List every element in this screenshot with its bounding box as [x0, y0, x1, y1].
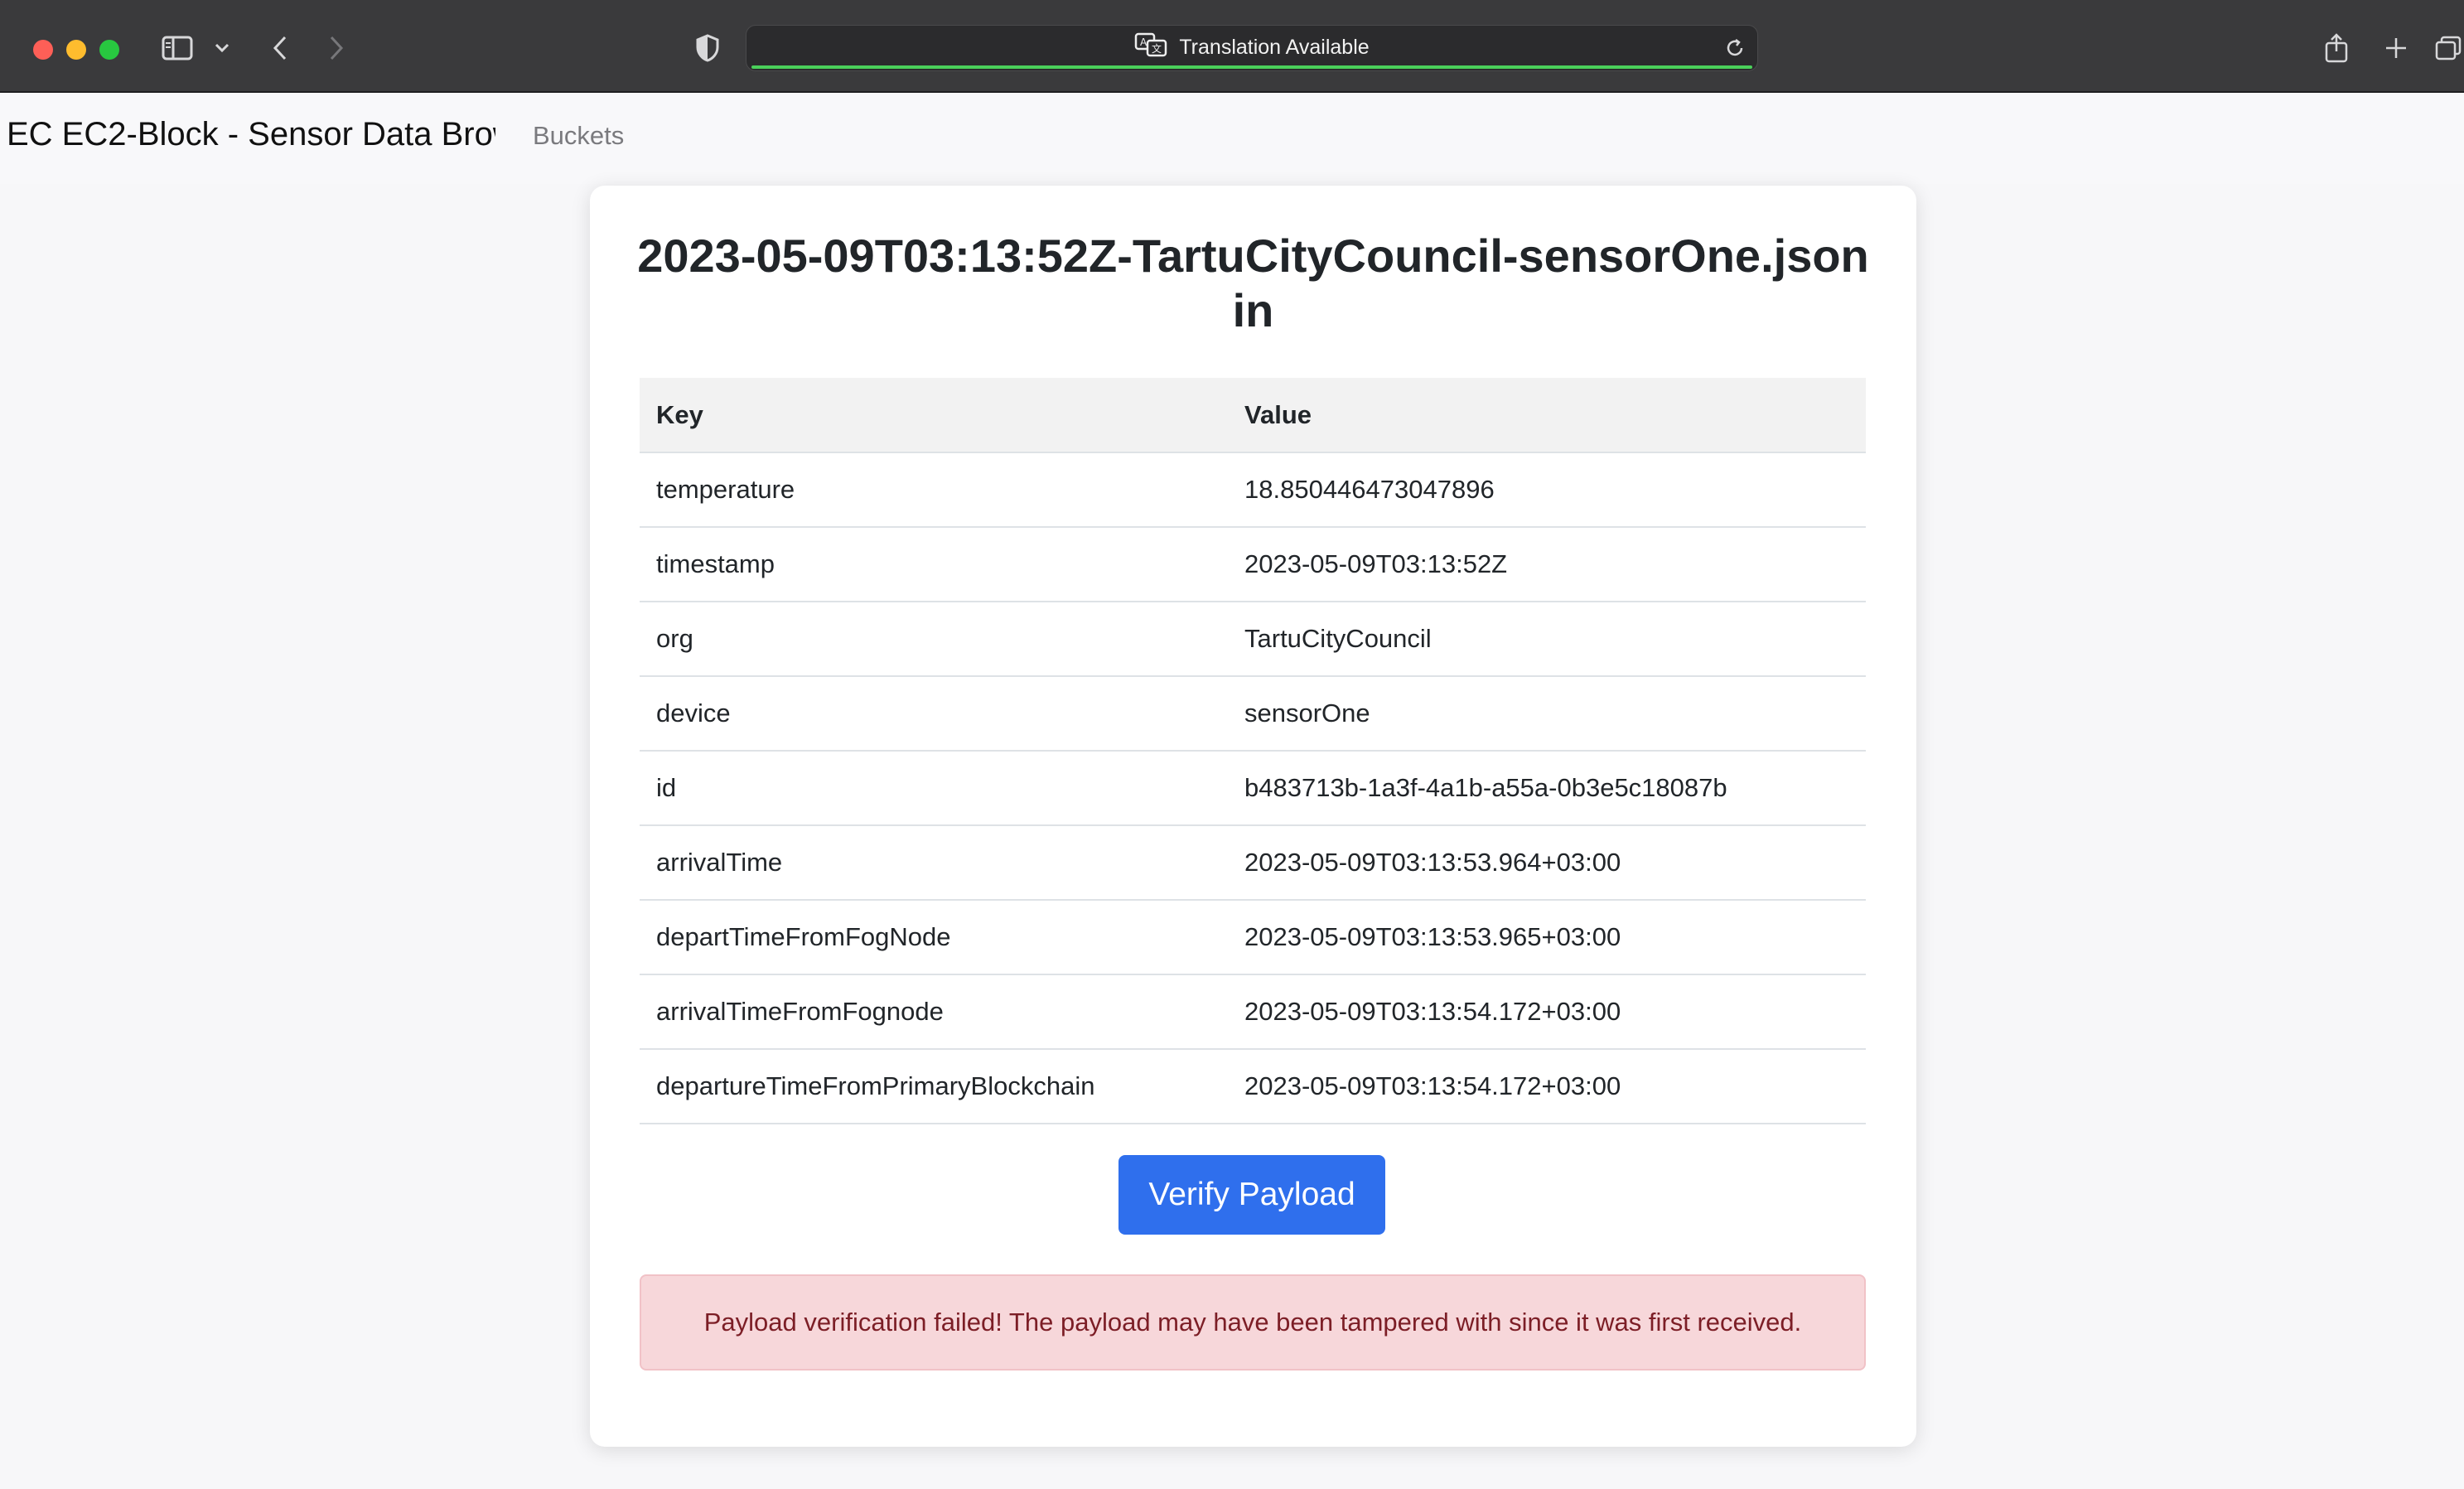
key-value-table: Key Value temperature 18.850446473047896… [640, 378, 1866, 1124]
row-key: org [640, 602, 1228, 677]
chevron-down-icon[interactable] [210, 31, 234, 65]
navbar-brand[interactable]: EC EC2-Block - Sensor Data Brow [7, 116, 495, 153]
close-window-button[interactable] [33, 40, 53, 60]
page-title: 2023-05-09T03:13:52Z-TartuCityCouncil-se… [590, 229, 1916, 338]
verify-payload-button[interactable]: Verify Payload [1118, 1155, 1385, 1235]
new-tab-icon[interactable] [2378, 31, 2414, 65]
row-key: arrivalTimeFromFognode [640, 974, 1228, 1050]
row-key: timestamp [640, 527, 1228, 602]
translate-icon: A文 [1134, 32, 1167, 63]
row-value: sensorOne [1228, 676, 1866, 752]
row-key: temperature [640, 452, 1228, 528]
row-value: 2023-05-09T03:13:53.965+03:00 [1228, 900, 1866, 975]
forward-icon[interactable] [318, 31, 355, 65]
table-row: departTimeFromFogNode 2023-05-09T03:13:5… [640, 900, 1866, 975]
svg-text:文: 文 [1152, 42, 1162, 55]
page-title-line-2: in [1232, 284, 1274, 336]
sidebar-icon[interactable] [159, 31, 196, 65]
row-key: id [640, 751, 1228, 826]
page-title-line-1: 2023-05-09T03:13:52Z-TartuCityCouncil-se… [637, 230, 1869, 282]
back-icon[interactable] [262, 31, 298, 65]
table-row: departureTimeFromPrimaryBlockchain 2023-… [640, 1049, 1866, 1124]
row-value: b483713b-1a3f-4a1b-a55a-0b3e5c18087b [1228, 751, 1866, 826]
address-text: Translation Available [1179, 35, 1370, 59]
column-header-value: Value [1228, 378, 1866, 453]
row-value: 2023-05-09T03:13:54.172+03:00 [1228, 1049, 1866, 1124]
object-detail-card: 2023-05-09T03:13:52Z-TartuCityCouncil-se… [590, 186, 1916, 1447]
table-row: id b483713b-1a3f-4a1b-a55a-0b3e5c18087b [640, 751, 1866, 826]
row-key: departTimeFromFogNode [640, 900, 1228, 975]
column-header-key: Key [640, 378, 1228, 453]
row-key: device [640, 676, 1228, 752]
nav-link-buckets[interactable]: Buckets [533, 121, 624, 151]
table-header-row: Key Value [640, 378, 1866, 453]
tab-overview-icon[interactable] [2434, 31, 2464, 65]
share-icon[interactable] [2318, 31, 2355, 65]
browser-toolbar: A文 Translation Available [0, 0, 2464, 93]
svg-text:A: A [1140, 36, 1147, 48]
privacy-shield-icon[interactable] [689, 31, 726, 65]
app-navbar: EC EC2-Block - Sensor Data Brow Buckets [0, 94, 2464, 184]
row-value: 2023-05-09T03:13:52Z [1228, 527, 1866, 602]
address-bar[interactable]: A文 Translation Available [746, 25, 1758, 71]
row-value: 18.850446473047896 [1228, 452, 1866, 528]
table-row: org TartuCityCouncil [640, 602, 1866, 677]
row-value: 2023-05-09T03:13:54.172+03:00 [1228, 974, 1866, 1050]
row-value: TartuCityCouncil [1228, 602, 1866, 677]
table-row: arrivalTime 2023-05-09T03:13:53.964+03:0… [640, 825, 1866, 901]
row-key: departureTimeFromPrimaryBlockchain [640, 1049, 1228, 1124]
table-row: arrivalTimeFromFognode 2023-05-09T03:13:… [640, 974, 1866, 1050]
table-row: timestamp 2023-05-09T03:13:52Z [640, 527, 1866, 602]
zoom-window-button[interactable] [99, 40, 119, 60]
minimize-window-button[interactable] [66, 40, 86, 60]
row-value: 2023-05-09T03:13:53.964+03:00 [1228, 825, 1866, 901]
reload-icon[interactable] [1722, 36, 1747, 60]
table-row: temperature 18.850446473047896 [640, 452, 1866, 528]
table-row: device sensorOne [640, 676, 1866, 752]
row-key: arrivalTime [640, 825, 1228, 901]
verification-failed-alert: Payload verification failed! The payload… [640, 1274, 1866, 1371]
page-load-progress [751, 65, 1752, 69]
alert-text: Payload verification failed! The payload… [703, 1308, 1802, 1337]
